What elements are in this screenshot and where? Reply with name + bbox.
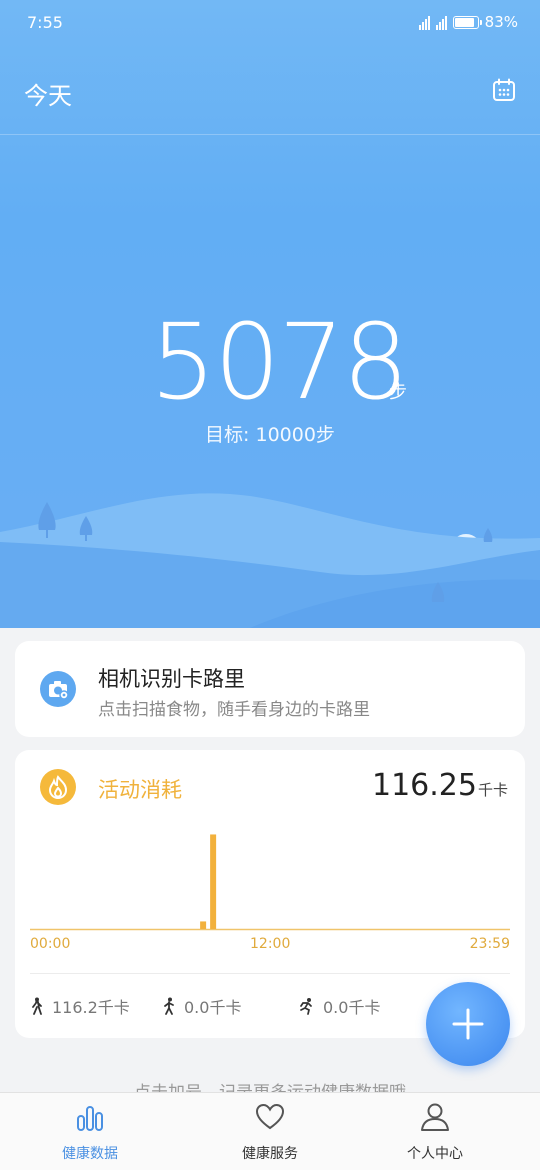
calendar-icon[interactable]: [492, 78, 516, 102]
battery-icon: [452, 15, 482, 29]
add-record-button[interactable]: [426, 982, 510, 1066]
walking-icon: [164, 997, 174, 1015]
activity-total-value: 116.25: [372, 768, 477, 803]
camera-card-title: 相机识别卡路里: [98, 667, 245, 691]
x-tick-end: 23:59: [469, 936, 510, 952]
battery-percent: 83%: [484, 13, 518, 31]
breakdown-run: 0.0千卡: [297, 994, 380, 1018]
walking-icon: [32, 997, 42, 1015]
running-icon: [300, 998, 312, 1015]
steps-goal: 目标: 10000步: [205, 424, 335, 446]
nav-label-health-services: 健康服务: [242, 1146, 298, 1162]
activity-divider: [30, 973, 510, 974]
hero-panel: 7:55 83% 今天 5078 步 目标: 10000步: [0, 0, 540, 628]
chart-bar: [210, 834, 217, 929]
breakdown-walk-value: 116.2千卡: [52, 998, 130, 1017]
activity-total-unit: 千卡: [477, 781, 508, 799]
nav-item-health-services[interactable]: 健康服务: [190, 1093, 350, 1170]
steps-count: 5078: [150, 301, 409, 423]
bottom-nav: 健康数据 健康服务 个人中心: [0, 1092, 540, 1170]
camera-calorie-card[interactable]: 相机识别卡路里 点击扫描食物，随手看身边的卡路里: [15, 641, 525, 737]
header: 今天: [0, 46, 540, 134]
header-divider: [0, 134, 540, 135]
nav-item-health-data[interactable]: 健康数据: [10, 1093, 170, 1170]
steps-unit: 步: [389, 382, 407, 403]
activity-title: 活动消耗: [98, 778, 182, 802]
x-tick-mid: 12:00: [250, 936, 291, 952]
heart-icon: [255, 1103, 285, 1130]
plus-icon: [452, 1008, 484, 1040]
nav-label-health-data: 健康数据: [62, 1146, 118, 1162]
camera-card-subtitle: 点击扫描食物，随手看身边的卡路里: [98, 700, 370, 720]
chart-bar: [200, 921, 207, 929]
status-icons: 83%: [418, 10, 518, 34]
bar-chart-icon: [77, 1106, 103, 1131]
breakdown-walk: 116.2千卡: [30, 994, 130, 1018]
steps-display[interactable]: 5078 步: [0, 302, 540, 422]
nav-label-personal-center: 个人中心: [407, 1146, 463, 1162]
breakdown-run-value: 0.0千卡: [323, 998, 381, 1017]
breakdown-walk-2: 0.0千卡: [162, 994, 241, 1018]
chart-x-axis: 00:00 12:00 23:59: [30, 936, 510, 954]
signal-icon: [418, 14, 430, 30]
flame-icon: [40, 769, 76, 805]
status-bar: 7:55 83%: [0, 0, 540, 46]
nav-item-personal-center[interactable]: 个人中心: [355, 1093, 515, 1170]
hills-illustration: [0, 493, 540, 628]
camera-icon: [40, 671, 76, 707]
activity-total: 116.25千卡: [372, 768, 508, 803]
signal-icon: [435, 14, 447, 30]
person-icon: [421, 1103, 449, 1131]
breakdown-walk-2-value: 0.0千卡: [184, 998, 242, 1017]
status-time: 7:55: [27, 13, 63, 32]
x-tick-start: 00:00: [30, 936, 71, 952]
page-title: 今天: [24, 82, 72, 110]
activity-chart: [30, 834, 510, 931]
